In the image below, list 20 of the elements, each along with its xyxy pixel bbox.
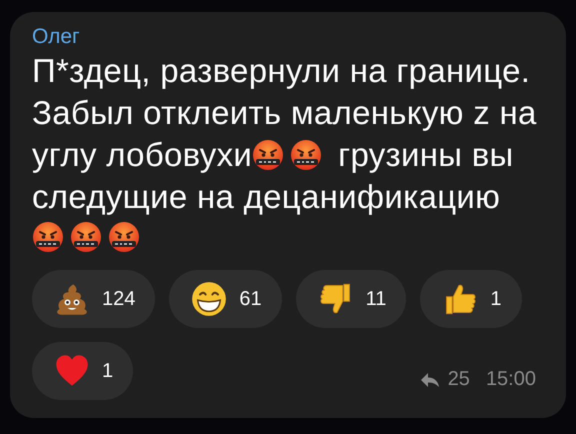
reaction-button[interactable]: 1 (32, 342, 134, 400)
cursing-face-icon (32, 221, 64, 253)
reaction-button[interactable]: 61 (169, 270, 282, 328)
message-text: грузины вы (338, 135, 514, 175)
message-text: углу лобовухи (32, 135, 252, 175)
cursing-face-icon (252, 139, 284, 171)
reaction-button[interactable]: 124 (32, 270, 156, 328)
message-text: П*здец, развернули на границе. (32, 51, 530, 91)
reaction-button[interactable]: 1 (420, 270, 522, 328)
reaction-button[interactable]: 11 (296, 270, 406, 328)
share-count: 25 (448, 368, 470, 391)
cursing-face-icon (70, 221, 102, 253)
sender-name: Олег (32, 24, 81, 50)
cursing-face-icon (108, 221, 140, 253)
grinning-face-icon (191, 281, 228, 317)
cursing-face-icon (290, 139, 322, 171)
message-time: 15:00 (486, 368, 536, 391)
message-text: Забыл отклеить маленькую z на (32, 93, 537, 133)
message-text: следущие на децанификацию (32, 177, 500, 217)
reply-arrow-icon (420, 372, 440, 388)
